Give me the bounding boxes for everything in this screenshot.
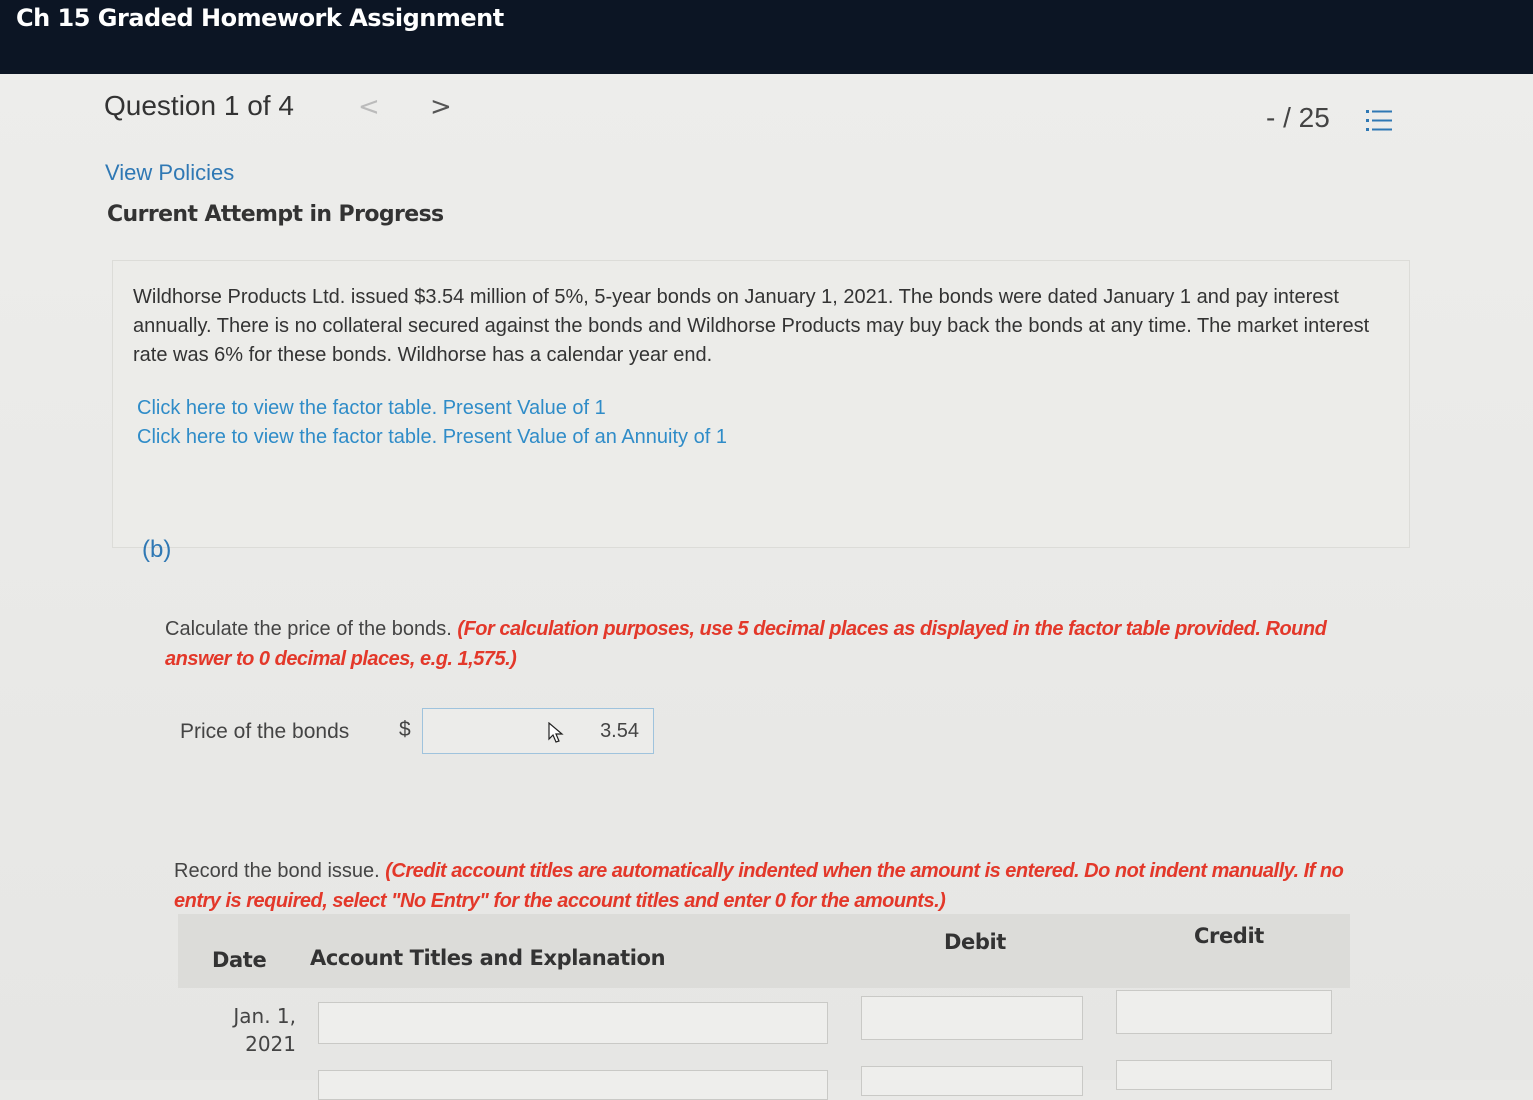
part-label: (b)	[142, 536, 172, 563]
header-debit: Debit	[944, 930, 1006, 954]
header-date: Date	[212, 948, 267, 972]
list-icon[interactable]	[1366, 108, 1392, 134]
problem-statement-box: Wildhorse Products Ltd. issued $3.54 mil…	[112, 260, 1410, 548]
calc-instruction-text: Calculate the price of the bonds.	[165, 618, 452, 640]
question-title: Question 1 of 4	[104, 90, 294, 121]
previous-question-button[interactable]: <	[358, 92, 380, 122]
journal-row-date: Jan. 1, 2021	[226, 1002, 296, 1058]
header-credit: Credit	[1194, 924, 1264, 948]
date-line-2: 2021	[245, 1032, 296, 1056]
record-instruction-text: Record the bond issue.	[174, 860, 380, 882]
problem-text: Wildhorse Products Ltd. issued $3.54 mil…	[133, 286, 1370, 366]
account-title-input-row-2[interactable]	[318, 1070, 828, 1100]
header-account: Account Titles and Explanation	[310, 946, 666, 970]
attempt-status: Current Attempt in Progress	[107, 202, 444, 227]
question-page: Question 1 of 4 < > - / 25 View Policies…	[0, 74, 1533, 1100]
price-label: Price of the bonds	[180, 720, 350, 743]
date-line-1: Jan. 1,	[233, 1004, 296, 1028]
part-b-section: (b) Calculate the price of the bonds. (F…	[120, 514, 1410, 1100]
credit-input-row-2[interactable]	[1116, 1060, 1332, 1090]
mouse-cursor-icon	[548, 722, 564, 743]
top-bar: Ch 15 Graded Homework Assignment	[0, 0, 1533, 74]
next-question-button[interactable]: >	[430, 92, 452, 122]
view-policies-link[interactable]: View Policies	[105, 160, 234, 186]
record-instruction: Record the bond issue. (Credit account t…	[174, 856, 1364, 916]
debit-input-row-2[interactable]	[861, 1066, 1083, 1096]
journal-header: Date Account Titles and Explanation Debi…	[178, 914, 1350, 988]
credit-input[interactable]	[1116, 990, 1332, 1034]
score-display: - / 25	[1266, 102, 1330, 133]
assignment-title: Ch 15 Graded Homework Assignment	[16, 4, 504, 32]
currency-symbol: $	[399, 718, 411, 741]
pv-of-1-link[interactable]: Click here to view the factor table. Pre…	[137, 397, 606, 420]
calc-instruction: Calculate the price of the bonds. (For c…	[165, 614, 1355, 674]
pv-annuity-link[interactable]: Click here to view the factor table. Pre…	[137, 426, 727, 449]
account-title-input[interactable]	[318, 1002, 828, 1044]
debit-input[interactable]	[861, 996, 1083, 1040]
price-input[interactable]	[422, 708, 654, 754]
